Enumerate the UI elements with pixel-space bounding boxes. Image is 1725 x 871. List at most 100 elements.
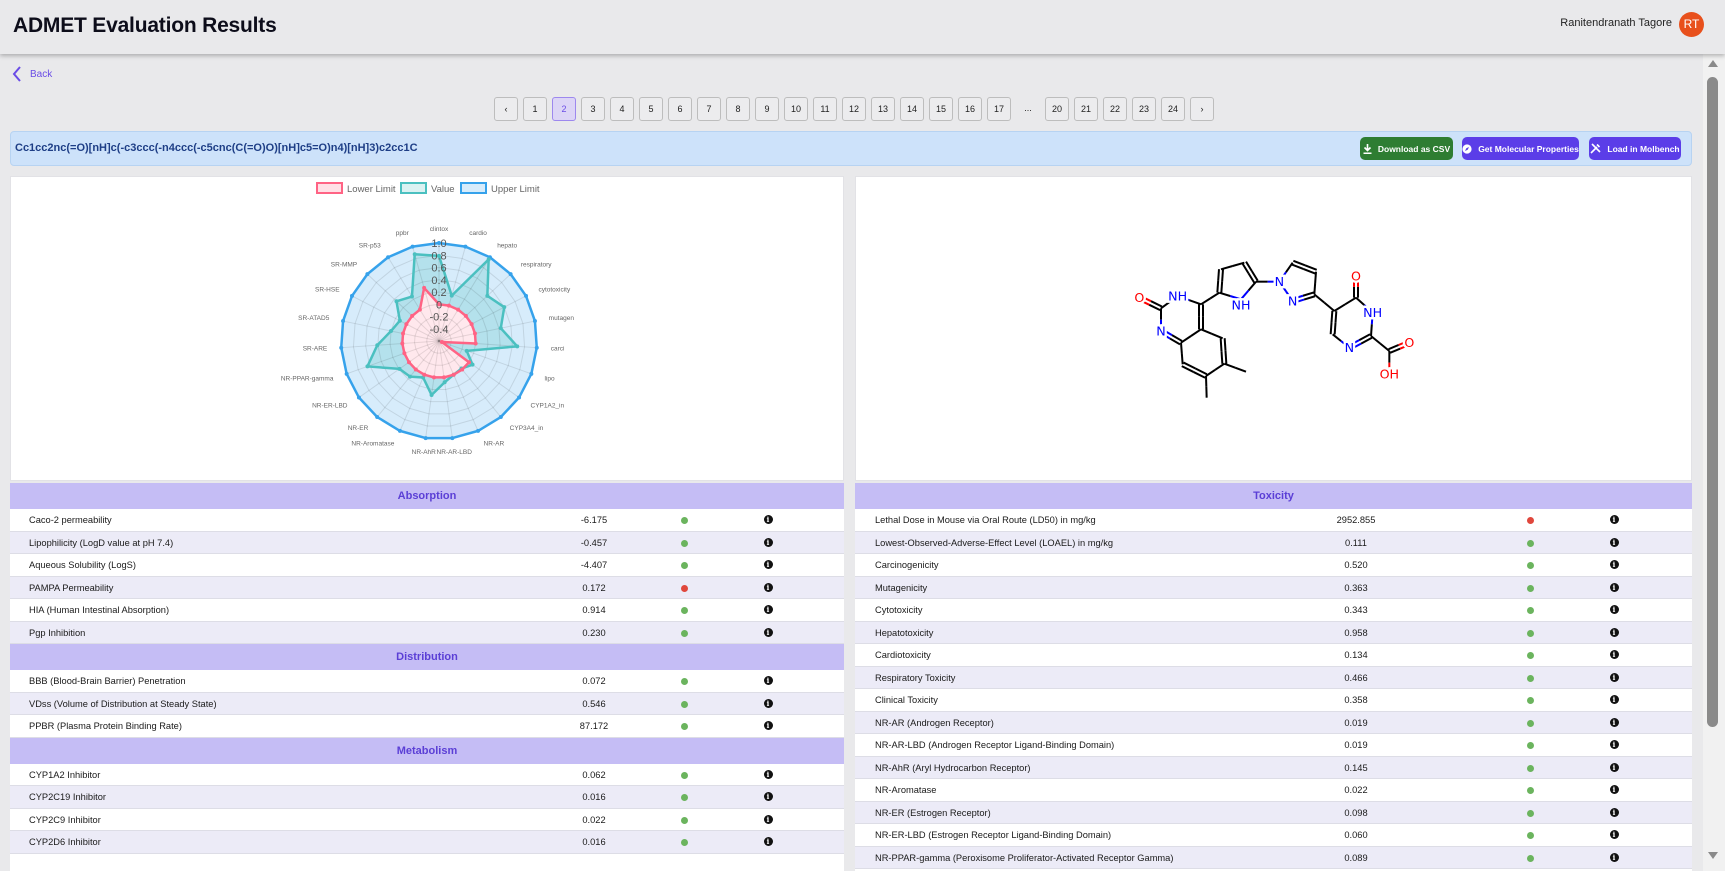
value-point-CYP1A2_in[interactable] — [470, 362, 475, 367]
value-point-ppbr[interactable] — [412, 252, 417, 257]
upper-point-SR-MMP[interactable] — [365, 272, 370, 277]
lower-point-hepato[interactable] — [456, 307, 461, 312]
pagination-page-2[interactable]: 2 — [552, 97, 576, 121]
lower-point-SR-HSE[interactable] — [404, 322, 409, 327]
info-icon[interactable]: i — [763, 814, 773, 824]
upper-point-CYP1A2_in[interactable] — [517, 395, 522, 400]
legend-label-lower[interactable]: Lower Limit — [347, 184, 396, 195]
avatar[interactable]: RT — [1679, 12, 1704, 37]
lower-point-NR-AhR[interactable] — [431, 375, 436, 380]
pagination-page-8[interactable]: 8 — [726, 97, 750, 121]
info-icon[interactable]: i — [1609, 762, 1619, 772]
upper-point-ppbr[interactable] — [410, 244, 415, 249]
lower-point-NR-ER-LBD[interactable] — [406, 360, 411, 365]
value-point-SR-MMP[interactable] — [394, 299, 399, 304]
back-link[interactable]: Back — [12, 66, 52, 82]
upper-point-SR-ARE[interactable] — [339, 345, 344, 350]
pagination-next-button[interactable]: › — [1190, 97, 1214, 121]
lower-point-respiratory[interactable] — [463, 313, 468, 318]
lower-point-CYP3A4_in[interactable] — [460, 367, 465, 372]
lower-point-NR-Aromatase[interactable] — [422, 372, 427, 377]
pagination-page-12[interactable]: 12 — [842, 97, 866, 121]
lower-point-SR-ARE[interactable] — [400, 341, 405, 346]
legend-label-value[interactable]: Value — [431, 184, 455, 195]
info-icon[interactable]: i — [763, 560, 773, 569]
value-point-hepato[interactable] — [486, 257, 491, 262]
info-icon[interactable]: i — [763, 537, 773, 547]
info-icon[interactable]: i — [1609, 627, 1619, 637]
info-icon[interactable]: i — [1609, 717, 1619, 727]
lower-point-carci[interactable] — [473, 341, 478, 346]
lower-point-ppbr[interactable] — [422, 285, 427, 290]
pagination-page-9[interactable]: 9 — [755, 97, 779, 121]
upper-point-cytotoxicity[interactable] — [524, 293, 529, 298]
pagination-page-22[interactable]: 22 — [1103, 97, 1127, 121]
lower-point-NR-PPAR-gamma[interactable] — [402, 351, 407, 356]
info-icon[interactable]: i — [763, 721, 773, 730]
value-point-respiratory[interactable] — [485, 293, 490, 298]
info-icon[interactable]: i — [763, 698, 773, 708]
scroll-up-arrow-icon[interactable] — [1708, 60, 1718, 67]
lower-point-SR-ATAD5[interactable] — [401, 331, 406, 336]
pagination-page-6[interactable]: 6 — [668, 97, 692, 121]
value-point-carci[interactable] — [515, 344, 520, 349]
pagination-page-14[interactable]: 14 — [900, 97, 924, 121]
info-icon[interactable]: i — [1609, 605, 1619, 614]
vertical-scrollbar[interactable] — [1703, 54, 1725, 871]
pagination-prev-button[interactable]: ‹ — [494, 97, 518, 121]
lower-point-NR-ER[interactable] — [413, 367, 418, 372]
legend-label-upper[interactable]: Upper Limit — [491, 184, 540, 195]
load-in-molbench-button[interactable]: Load in Molbench — [1589, 137, 1681, 160]
get-molecular-properties-button[interactable]: Get Molecular Properties — [1462, 137, 1579, 160]
upper-point-respiratory[interactable] — [508, 272, 513, 277]
upper-point-NR-AhR[interactable] — [423, 436, 428, 441]
upper-point-lipo[interactable] — [529, 371, 534, 376]
scroll-down-arrow-icon[interactable] — [1708, 852, 1718, 859]
download-csv-button[interactable]: Download as CSV — [1360, 137, 1453, 160]
pagination-page-15[interactable]: 15 — [929, 97, 953, 121]
value-point-SR-ATAD5[interactable] — [389, 329, 394, 334]
value-point-mutagen[interactable] — [498, 326, 503, 331]
info-icon[interactable]: i — [763, 769, 773, 779]
upper-point-NR-AR-LBD[interactable] — [450, 436, 455, 441]
lower-point-SR-MMP[interactable] — [410, 313, 415, 318]
value-point-NR-PPAR-gamma[interactable] — [365, 364, 370, 369]
lower-point-cytotoxicity[interactable] — [469, 322, 474, 327]
info-icon[interactable]: i — [763, 676, 773, 685]
pagination-page-13[interactable]: 13 — [871, 97, 895, 121]
info-icon[interactable]: i — [763, 605, 773, 614]
info-icon[interactable]: i — [1609, 852, 1619, 862]
upper-point-carci[interactable] — [534, 345, 539, 350]
info-icon[interactable]: i — [1609, 785, 1619, 794]
value-point-SR-ARE[interactable] — [375, 343, 380, 348]
info-icon[interactable]: i — [1609, 560, 1619, 569]
info-icon[interactable]: i — [1609, 740, 1619, 749]
lower-point-lipo[interactable] — [439, 340, 444, 345]
value-point-cardio[interactable] — [449, 293, 454, 298]
value-point-NR-ER[interactable] — [408, 374, 413, 379]
pagination-page-4[interactable]: 4 — [610, 97, 634, 121]
pagination-page-17[interactable]: 17 — [987, 97, 1011, 121]
upper-point-SR-ATAD5[interactable] — [341, 319, 346, 324]
info-icon[interactable]: i — [1609, 830, 1619, 839]
info-icon[interactable]: i — [1609, 672, 1619, 682]
upper-point-SR-p53[interactable] — [386, 255, 391, 260]
lower-point-CYP1A2_in[interactable] — [467, 360, 472, 365]
info-icon[interactable]: i — [1609, 537, 1619, 547]
info-icon[interactable]: i — [1609, 695, 1619, 704]
pagination-page-23[interactable]: 23 — [1132, 97, 1156, 121]
value-point-lipo[interactable] — [464, 348, 469, 353]
value-point-SR-p53[interactable] — [409, 294, 414, 299]
pagination-page-7[interactable]: 7 — [697, 97, 721, 121]
lower-point-cardio[interactable] — [446, 303, 451, 308]
upper-point-NR-Aromatase[interactable] — [397, 428, 402, 433]
upper-point-cardio[interactable] — [463, 244, 468, 249]
lower-point-SR-p53[interactable] — [417, 307, 422, 312]
pagination-page-1[interactable]: 1 — [523, 97, 547, 121]
info-icon[interactable]: i — [763, 515, 773, 524]
value-point-NR-AhR[interactable] — [429, 393, 434, 398]
info-icon[interactable]: i — [1609, 650, 1619, 659]
upper-point-NR-ER[interactable] — [375, 415, 380, 420]
value-point-SR-HSE[interactable] — [397, 318, 402, 323]
info-icon[interactable]: i — [763, 792, 773, 801]
